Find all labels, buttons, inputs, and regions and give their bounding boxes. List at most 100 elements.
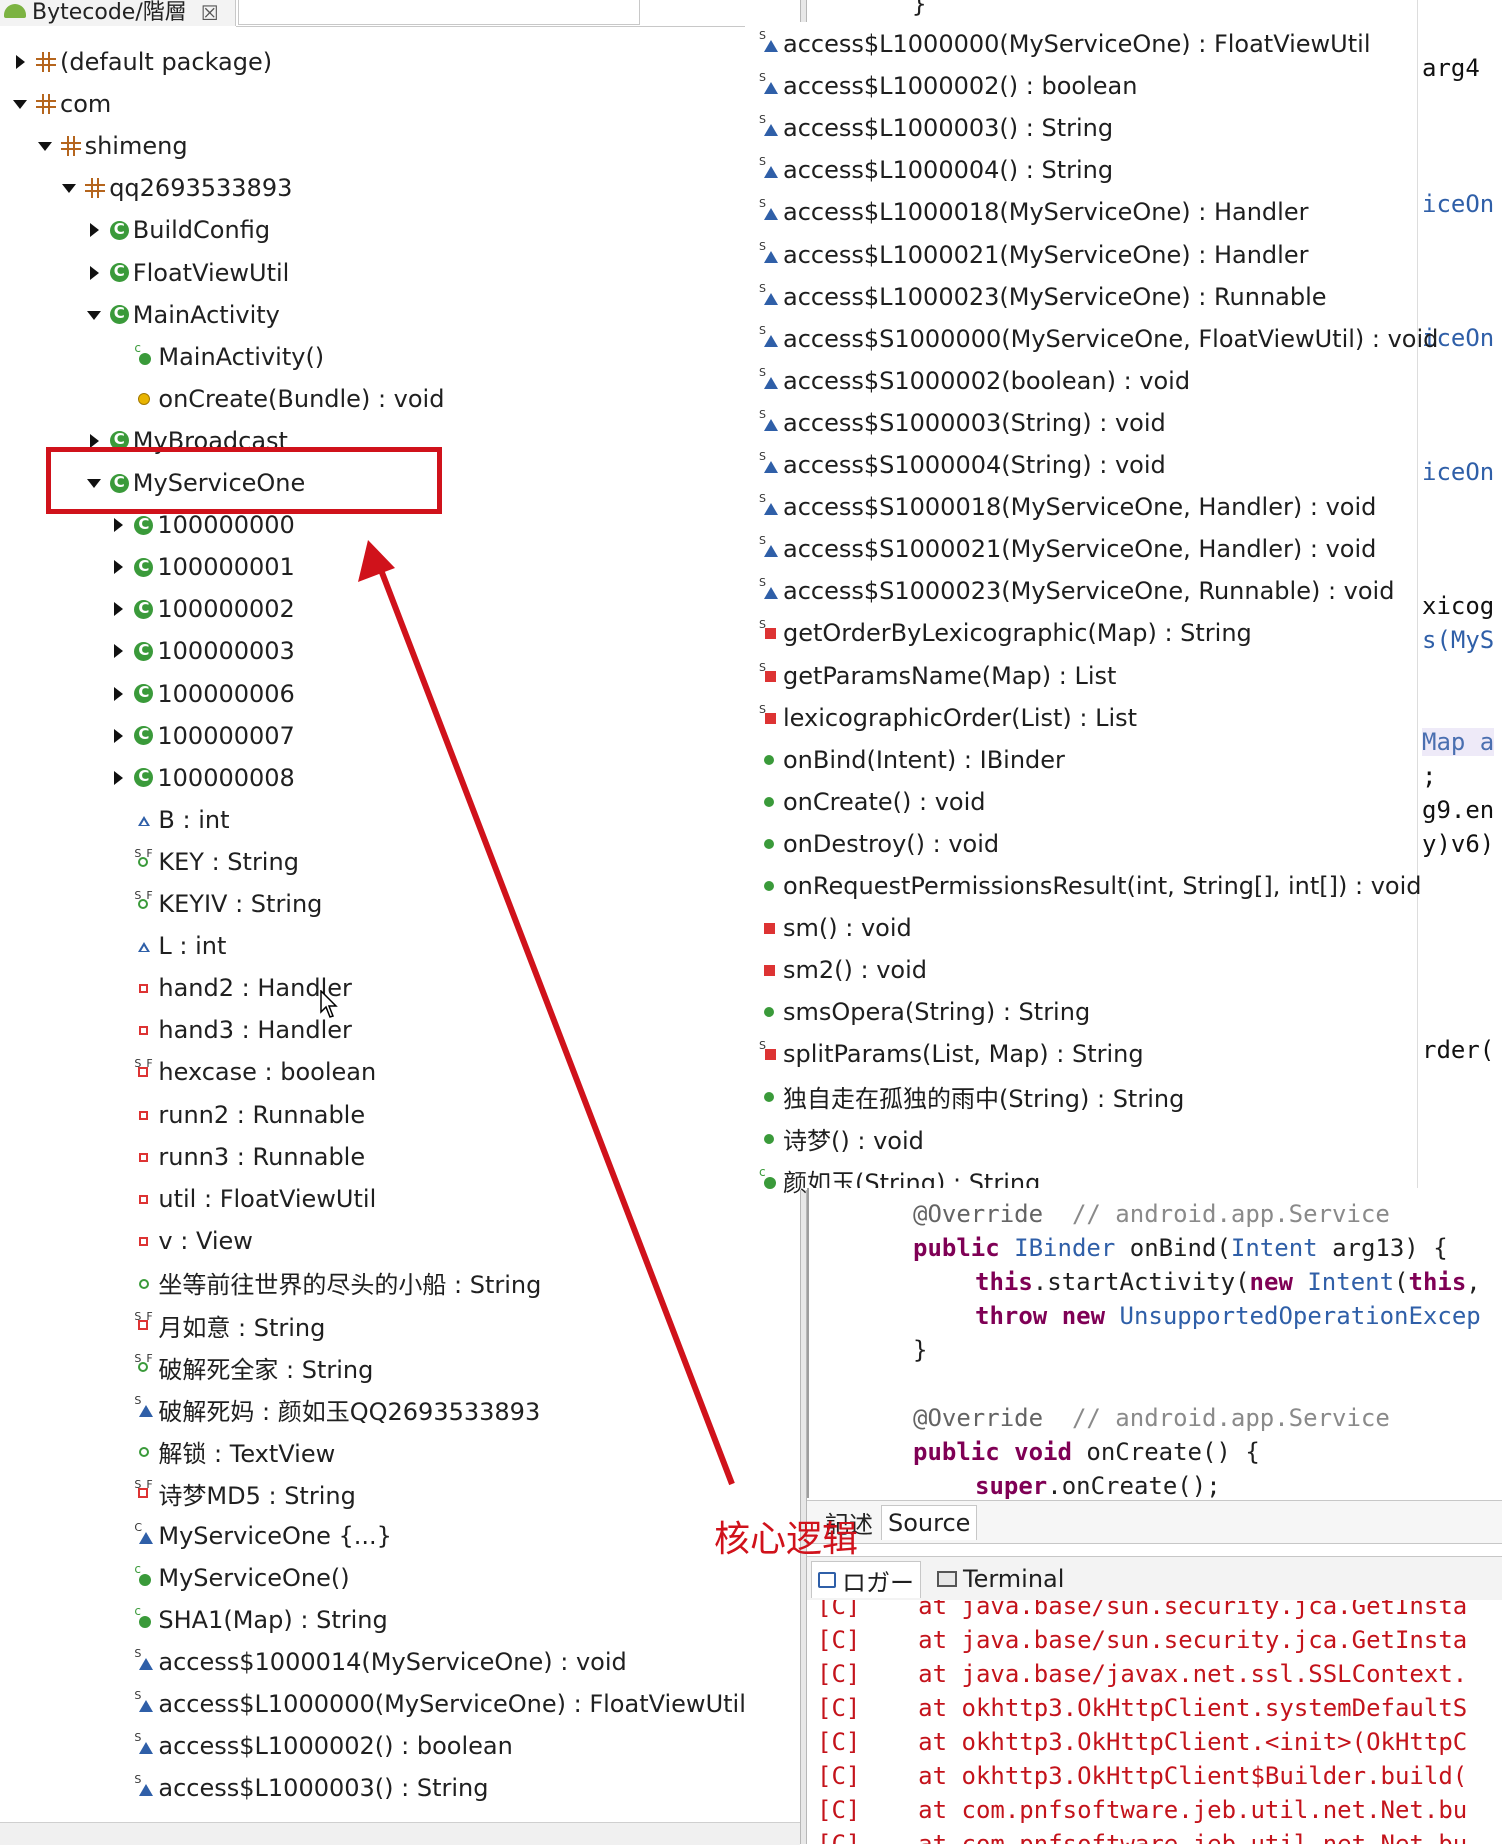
expand-arrow-icon[interactable]	[12, 53, 30, 71]
tree-item[interactable]: com	[12, 86, 111, 122]
outline-item[interactable]: lexicographicOrder(List) : List	[759, 700, 1137, 736]
tree-item[interactable]: 坐等前往世界的尽头的小船 : String	[110, 1265, 541, 1301]
expand-arrow-icon[interactable]	[86, 221, 104, 239]
outline-item[interactable]: access$L1000003() : String	[759, 110, 1113, 146]
tree-item[interactable]: v : View	[110, 1223, 253, 1259]
tree-item[interactable]: MainActivity	[86, 297, 280, 333]
tree-item[interactable]: 解锁 : TextView	[110, 1433, 335, 1469]
expand-arrow-icon[interactable]	[110, 600, 128, 618]
outline-item[interactable]: onDestroy() : void	[759, 826, 999, 862]
tree-item[interactable]: hand2 : Handler	[110, 970, 352, 1006]
static-final-field-icon	[134, 1352, 154, 1377]
outline-item[interactable]: access$L1000018(MyServiceOne) : Handler	[759, 194, 1308, 230]
tree-item[interactable]: 月如意 : String	[110, 1307, 325, 1343]
outline-item[interactable]: access$S1000002(boolean) : void	[759, 363, 1190, 399]
tree-item-label: MainActivity	[132, 300, 280, 329]
outline-item[interactable]: access$S1000000(MyServiceOne, FloatViewU…	[759, 321, 1438, 357]
outline-item[interactable]: access$S1000003(String) : void	[759, 405, 1166, 441]
tree-item[interactable]: MainActivity()	[110, 339, 324, 375]
tree-item-label: 破解死全家 : String	[158, 1355, 374, 1384]
tree-item[interactable]: access$L1000003() : String	[110, 1770, 488, 1806]
private-field-icon	[134, 1189, 154, 1209]
tree-item[interactable]: qq2693533893	[61, 170, 292, 206]
tree-item[interactable]: MyServiceOne {...}	[110, 1518, 392, 1554]
tab-source[interactable]: Source	[881, 1505, 978, 1540]
tree-item[interactable]: L : int	[110, 928, 226, 964]
tree-item[interactable]: hexcase : boolean	[110, 1054, 376, 1090]
outline-item[interactable]: 诗梦() : void	[759, 1121, 924, 1157]
tab-logger-label: ロガー	[842, 1568, 914, 1597]
expand-arrow-icon[interactable]	[110, 685, 128, 703]
tree-item[interactable]: access$1000014(MyServiceOne) : void	[110, 1644, 626, 1680]
source-token: .startActivity(	[1032, 1268, 1250, 1296]
collapse-arrow-icon[interactable]	[37, 137, 55, 155]
expand-arrow-icon[interactable]	[110, 642, 128, 660]
outline-item[interactable]: getOrderByLexicographic(Map) : String	[759, 615, 1252, 651]
tab-terminal[interactable]: Terminal	[931, 1561, 1070, 1597]
expand-arrow-icon[interactable]	[86, 264, 104, 282]
outline-item[interactable]: access$S1000021(MyServiceOne, Handler) :…	[759, 531, 1376, 567]
outline-item[interactable]: smsOpera(String) : String	[759, 994, 1090, 1030]
tree-item[interactable]: runn3 : Runnable	[110, 1139, 365, 1175]
tree-item[interactable]: onCreate(Bundle) : void	[110, 381, 444, 417]
tree-item[interactable]: 破解死妈 : 颜如玉QQ2693533893	[110, 1391, 540, 1427]
outline-item[interactable]: access$L1000002() : boolean	[759, 68, 1137, 104]
outline-item[interactable]: access$L1000021(MyServiceOne) : Handler	[759, 237, 1308, 273]
tab-logger[interactable]: ロガー	[811, 1561, 921, 1598]
outline-item-label: sm2() : void	[783, 956, 928, 985]
outline-item[interactable]: onCreate() : void	[759, 784, 986, 820]
tree-item[interactable]: FloatViewUtil	[86, 255, 289, 291]
tree-item[interactable]: 100000001	[110, 549, 295, 585]
outline-item[interactable]: onRequestPermissionsResult(int, String[]…	[759, 868, 1422, 904]
tree-item[interactable]: KEYIV : String	[110, 886, 322, 922]
tree-item[interactable]: B : int	[110, 802, 230, 838]
tree-item[interactable]: hand3 : Handler	[110, 1012, 352, 1048]
source-code-view: @Override // android.app.Service public I…	[807, 1188, 1502, 1500]
tree-item[interactable]: 100000006	[110, 676, 295, 712]
outline-item[interactable]: access$L1000000(MyServiceOne) : FloatVie…	[759, 26, 1370, 62]
expand-arrow-icon[interactable]	[110, 769, 128, 787]
close-icon[interactable]: ☒	[201, 1, 219, 25]
expand-arrow-icon[interactable]	[110, 558, 128, 576]
tree-item[interactable]: KEY : String	[110, 844, 299, 880]
tree-item[interactable]: BuildConfig	[86, 212, 270, 248]
tree-item[interactable]: 100000007	[110, 718, 295, 754]
tree-item[interactable]: 100000002	[110, 591, 295, 627]
tree-item[interactable]: access$L1000002() : boolean	[110, 1728, 512, 1764]
outline-item[interactable]: sm() : void	[759, 910, 912, 946]
tree-item[interactable]: 诗梦MD5 : String	[110, 1475, 355, 1511]
collapse-arrow-icon[interactable]	[86, 306, 104, 324]
public-method-icon	[759, 1002, 779, 1022]
tree-item[interactable]: MyServiceOne()	[110, 1560, 349, 1596]
tree-item[interactable]: 100000003	[110, 633, 295, 669]
tree-item[interactable]: util : FloatViewUtil	[110, 1181, 376, 1217]
outline-item[interactable]: access$L1000023(MyServiceOne) : Runnable	[759, 279, 1327, 315]
outline-item[interactable]: sm2() : void	[759, 952, 927, 988]
tree-item[interactable]: (default package)	[12, 44, 272, 80]
outline-item-label: access$S1000018(MyServiceOne, Handler) :…	[783, 493, 1377, 522]
outline-item[interactable]: 独自走在孤独的雨中(String) : String	[759, 1079, 1184, 1115]
outline-item[interactable]: access$S1000023(MyServiceOne, Runnable) …	[759, 573, 1394, 609]
outline-item[interactable]: getParamsName(Map) : List	[759, 658, 1116, 694]
tree-item[interactable]: 100000008	[110, 760, 295, 796]
tree-item[interactable]: 破解死全家 : String	[110, 1349, 373, 1385]
hierarchy-tab[interactable]: Bytecode/階層 ☒	[0, 0, 236, 26]
tree-item[interactable]: access$L1000000(MyServiceOne) : FloatVie…	[110, 1686, 745, 1722]
tree-item[interactable]: SHA1(Map) : String	[110, 1602, 387, 1638]
expand-arrow-icon[interactable]	[110, 516, 128, 534]
outline-item[interactable]: splitParams(List, Map) : String	[759, 1036, 1144, 1072]
outline-item[interactable]: access$S1000018(MyServiceOne, Handler) :…	[759, 489, 1376, 525]
collapse-arrow-icon[interactable]	[61, 179, 79, 197]
tree-item[interactable]: shimeng	[37, 128, 188, 164]
expand-arrow-icon[interactable]	[110, 727, 128, 745]
outline-item[interactable]: onBind(Intent) : IBinder	[759, 742, 1065, 778]
collapse-arrow-icon[interactable]	[12, 95, 30, 113]
horizontal-scrollbar[interactable]	[0, 1822, 800, 1845]
outline-item[interactable]: access$L1000004() : String	[759, 152, 1113, 188]
tree-item[interactable]: runn2 : Runnable	[110, 1097, 365, 1133]
outline-item[interactable]: access$S1000004(String) : void	[759, 447, 1166, 483]
